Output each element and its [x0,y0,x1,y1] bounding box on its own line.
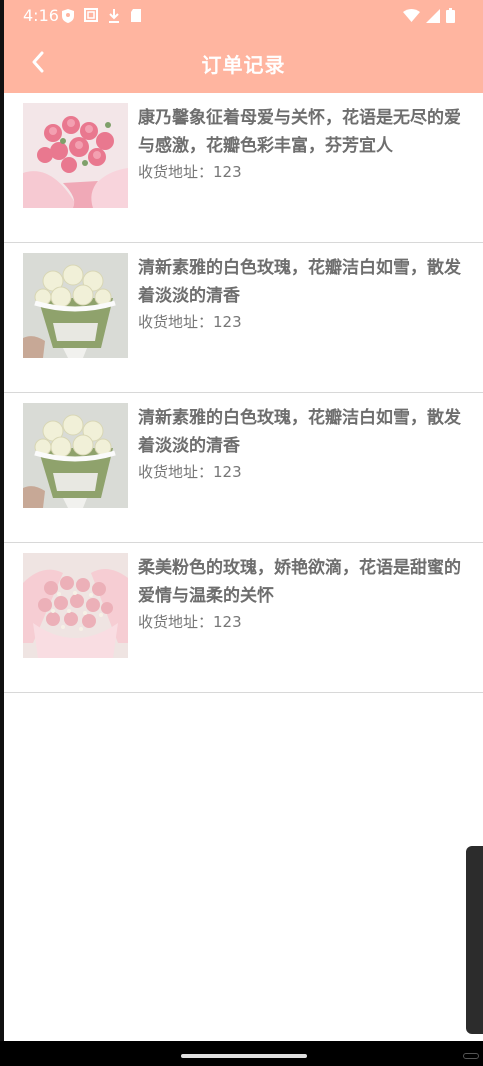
order-item[interactable]: 清新素雅的白色玫瑰，花瓣洁白如雪，散发着淡淡的清香 收货地址：123 [4,393,483,543]
nav-corner-indicator [463,1053,479,1059]
address-label: 收货地址： [138,613,214,631]
address-value: 123 [213,163,242,181]
order-image-pink-carnation [23,103,128,208]
status-icons-right [403,8,455,23]
shield-icon [62,9,74,23]
app-header: 4:16 订单记录 [4,0,483,93]
sd-card-icon [131,9,141,22]
download-icon [109,9,119,23]
toolbar: 订单记录 [4,32,483,93]
order-address: 收货地址：123 [138,311,242,332]
app-screen: 4:16 订单记录 康乃馨象征着母爱与关怀，花语是无尽的爱与感激，花瓣色彩丰富，… [4,0,483,1066]
screen-icon [84,8,98,22]
status-icons-left [61,8,142,24]
order-item[interactable]: 柔美粉色的玫瑰，娇艳欲滴，花语是甜蜜的爱情与温柔的关怀 收货地址：123 [4,543,483,693]
home-gesture-handle[interactable] [181,1054,307,1058]
address-label: 收货地址： [138,163,214,181]
order-address: 收货地址：123 [138,611,242,632]
order-title: 康乃馨象征着母爱与关怀，花语是无尽的爱与感激，花瓣色彩丰富，芬芳宜人 [138,108,461,156]
address-value: 123 [213,313,242,331]
order-title: 清新素雅的白色玫瑰，花瓣洁白如雪，散发着淡淡的清香 [138,408,461,456]
order-title: 清新素雅的白色玫瑰，花瓣洁白如雪，散发着淡淡的清香 [138,258,461,306]
address-value: 123 [213,613,242,631]
wifi-icon [403,8,420,22]
order-list[interactable]: 康乃馨象征着母爱与关怀，花语是无尽的爱与感激，花瓣色彩丰富，芬芳宜人 收货地址：… [4,93,483,693]
page-title: 订单记录 [201,53,286,77]
address-label: 收货地址： [138,313,214,331]
order-item[interactable]: 清新素雅的白色玫瑰，花瓣洁白如雪，散发着淡淡的清香 收货地址：123 [4,243,483,393]
signal-icon [426,8,440,23]
order-address: 收货地址：123 [138,161,242,182]
order-image-white-rose [23,253,128,358]
floating-side-tab[interactable] [466,846,483,1034]
status-bar: 4:16 [4,0,483,32]
order-address: 收货地址：123 [138,461,242,482]
address-label: 收货地址： [138,463,214,481]
order-image-pink-rose [23,553,128,658]
navigation-bar [0,1041,483,1066]
order-image-white-rose [23,403,128,508]
order-title: 柔美粉色的玫瑰，娇艳欲滴，花语是甜蜜的爱情与温柔的关怀 [138,558,461,606]
battery-icon [446,8,455,23]
order-item[interactable]: 康乃馨象征着母爱与关怀，花语是无尽的爱与感激，花瓣色彩丰富，芬芳宜人 收货地址：… [4,93,483,243]
address-value: 123 [213,463,242,481]
status-time: 4:16 [23,6,59,25]
